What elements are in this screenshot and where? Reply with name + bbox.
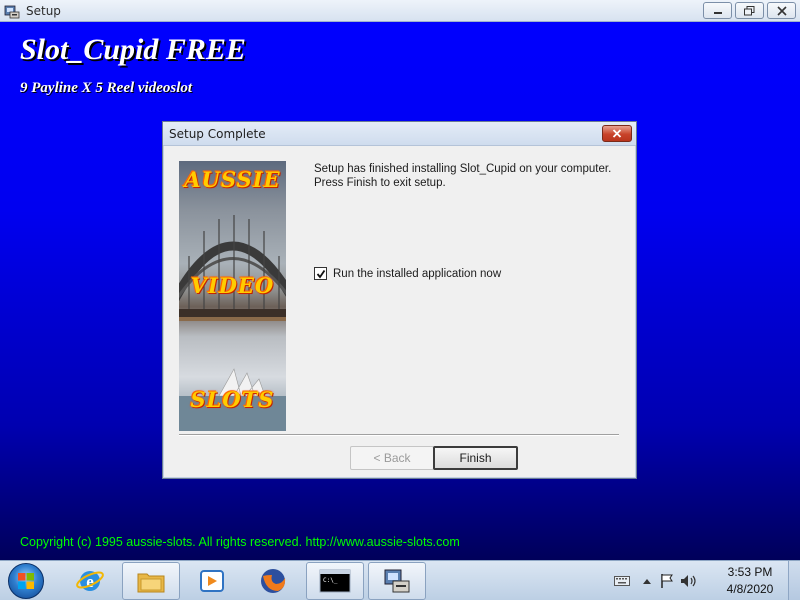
setup-finished-message: Setup has finished installing Slot_Cupid… (314, 163, 612, 189)
action-center-flag-icon[interactable] (660, 573, 674, 589)
back-button[interactable]: < Back (350, 446, 434, 470)
taskbar-clock[interactable]: 3:53 PM 4/8/2020 (712, 564, 788, 598)
taskbar-command-prompt[interactable]: C:\_ (306, 562, 364, 600)
system-tray (614, 561, 698, 600)
taskbar: e C:\_ 3:53 PM 4/8/2020 (0, 560, 800, 600)
close-icon (776, 5, 787, 16)
clock-time: 3:53 PM (727, 565, 773, 579)
start-button[interactable] (8, 563, 44, 599)
chevron-up-icon[interactable] (642, 577, 652, 585)
taskbar-firefox[interactable] (244, 562, 302, 600)
close-window-button[interactable] (767, 2, 796, 19)
restore-button[interactable] (735, 2, 764, 19)
button-separator (179, 434, 619, 436)
firefox-icon (261, 569, 286, 593)
setup-window-titlebar[interactable]: Setup (0, 0, 800, 22)
close-icon (612, 129, 622, 138)
finish-button[interactable]: Finish (433, 446, 518, 470)
media-player-icon (200, 570, 224, 592)
command-prompt-icon: C:\_ (319, 569, 351, 593)
minimize-icon (713, 11, 722, 14)
dialog-titlebar[interactable]: Setup Complete (163, 122, 636, 146)
restore-icon (744, 5, 755, 15)
copyright-notice: Copyright (c) 1995 aussie-slots. All rig… (20, 535, 460, 549)
keyboard-icon[interactable] (614, 575, 630, 587)
product-title: Slot_Cupid FREE (20, 33, 246, 66)
banner-word-slots: SLOTS (190, 387, 275, 412)
internet-explorer-icon: e (76, 571, 104, 591)
show-desktop-button[interactable] (788, 561, 800, 600)
product-subtitle: 9 Payline X 5 Reel videoslot (20, 80, 193, 96)
taskbar-setup-installer[interactable] (368, 562, 426, 600)
setup-installer-icon (384, 569, 410, 593)
run-application-checkbox[interactable] (314, 267, 327, 280)
taskbar-media-player[interactable] (183, 562, 241, 600)
setup-app-icon (4, 5, 20, 18)
setup-complete-dialog: Setup Complete AUSSIE VIDEO SLOTS Setup … (162, 121, 637, 479)
run-application-label[interactable]: Run the installed application now (333, 268, 501, 280)
minimize-button[interactable] (703, 2, 732, 19)
checkmark-icon (316, 269, 325, 278)
dialog-title: Setup Complete (169, 126, 266, 141)
volume-icon[interactable] (680, 574, 698, 588)
windows-logo-icon (18, 573, 34, 589)
taskbar-internet-explorer[interactable]: e (61, 562, 119, 600)
dialog-close-button[interactable] (602, 125, 632, 142)
setup-window-title: Setup (26, 3, 61, 18)
clock-date: 4/8/2020 (726, 582, 774, 596)
aussie-video-slots-banner: AUSSIE VIDEO SLOTS (179, 161, 286, 431)
banner-word-aussie: AUSSIE (184, 167, 281, 192)
file-explorer-icon (137, 573, 165, 593)
banner-word-video: VIDEO (190, 273, 275, 298)
svg-text:C:\_: C:\_ (323, 577, 338, 584)
taskbar-file-explorer[interactable] (122, 562, 180, 600)
run-application-option[interactable]: Run the installed application now (314, 267, 501, 280)
